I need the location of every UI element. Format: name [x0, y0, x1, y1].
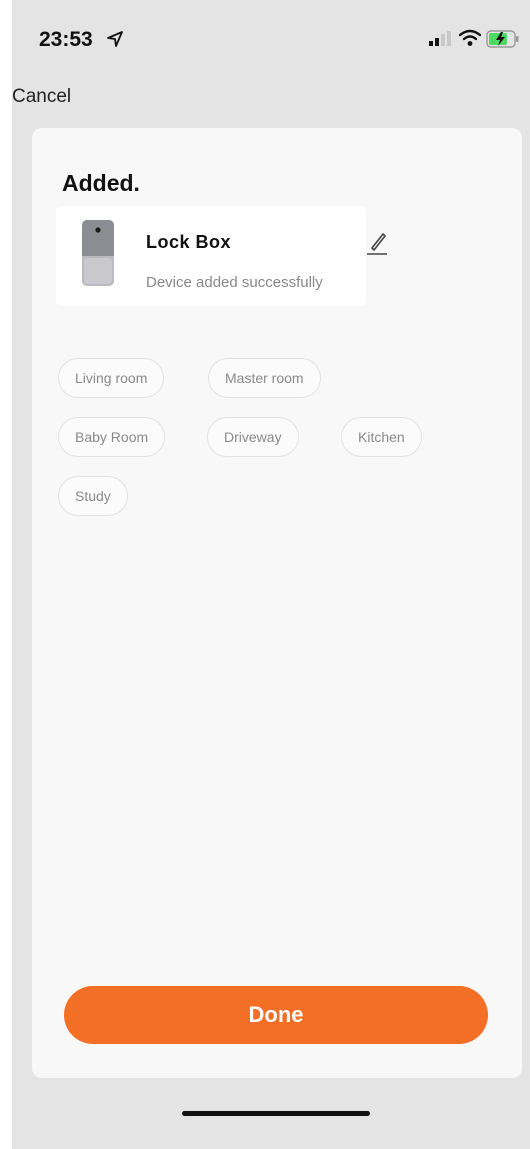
device-info: Lock Box Device added successfully	[56, 206, 366, 306]
room-chip-master-room[interactable]: Master room	[208, 358, 321, 398]
room-chip-baby-room[interactable]: Baby Room	[58, 417, 166, 457]
wifi-icon	[459, 29, 481, 46]
room-chip-living-room[interactable]: Living room	[58, 358, 165, 398]
status-time: 23:53	[39, 28, 93, 51]
room-chip-kitchen[interactable]: Kitchen	[341, 417, 422, 457]
status-bar: 23:53	[12, 0, 530, 80]
device-name: Lock Box	[146, 232, 232, 252]
pencil-icon[interactable]	[364, 228, 390, 258]
device-status: Device added successfully	[146, 274, 323, 291]
lock-box-device-icon	[82, 220, 114, 286]
cancel-button[interactable]: Cancel	[12, 86, 71, 108]
phone-screen: 23:53 Cancel Added. Lock Box Device adde…	[12, 0, 530, 1149]
home-indicator[interactable]	[182, 1111, 370, 1116]
device-added-card: Added. Lock Box Device added successfull…	[32, 128, 522, 1078]
done-button[interactable]: Done	[64, 986, 488, 1044]
page-title: Added.	[62, 170, 140, 196]
room-chip-driveway[interactable]: Driveway	[207, 417, 299, 457]
battery-charging-icon	[486, 30, 519, 48]
location-arrow-icon	[107, 31, 123, 47]
cellular-signal-icon	[429, 31, 451, 46]
room-chip-study[interactable]: Study	[58, 476, 128, 516]
